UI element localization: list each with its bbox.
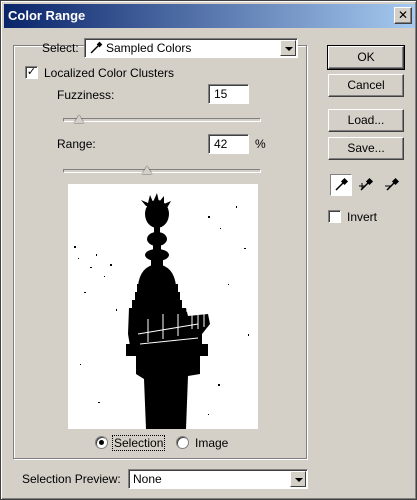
selection-preview-label: Selection Preview:	[22, 472, 121, 486]
selection-preview-dropdown-button[interactable]	[290, 471, 306, 487]
selection-preview-value: None	[133, 472, 162, 486]
select-value: Sampled Colors	[106, 41, 192, 55]
range-input[interactable]: 42	[208, 134, 249, 154]
eyedropper-tool-button[interactable]	[330, 174, 352, 196]
range-slider-thumb[interactable]	[142, 166, 152, 174]
selection-preview-image[interactable]	[68, 184, 258, 429]
close-button[interactable]: ✕	[394, 7, 412, 24]
localized-color-clusters-checkbox[interactable]: ✓	[25, 66, 38, 79]
invert-label: Invert	[347, 210, 378, 224]
invert-checkbox[interactable]	[328, 210, 341, 223]
chevron-down-icon	[295, 478, 303, 482]
check-icon: ✓	[26, 66, 37, 78]
fuzziness-label: Fuzziness:	[57, 88, 115, 102]
ok-button[interactable]: OK	[327, 45, 405, 70]
selection-radio[interactable]	[95, 436, 108, 449]
range-slider-track[interactable]	[63, 169, 261, 173]
eyedropper-plus-icon	[359, 177, 374, 191]
save-button[interactable]: Save...	[328, 137, 404, 160]
selection-radio-label: Selection	[111, 435, 166, 451]
selection-preview-dropdown[interactable]: None	[128, 469, 308, 489]
eyedropper-minus-icon	[385, 177, 400, 191]
fuzziness-input[interactable]: 15	[208, 84, 249, 104]
tower-silhouette	[74, 193, 249, 429]
localized-color-clusters-label: Localized Color Clusters	[44, 66, 175, 80]
dialog-title: Color Range	[8, 8, 86, 23]
range-unit: %	[255, 137, 266, 151]
close-icon: ✕	[397, 8, 409, 22]
radio-selected-dot	[99, 440, 104, 445]
add-to-sample-tool-button[interactable]	[355, 174, 377, 196]
load-button[interactable]: Load...	[328, 109, 404, 132]
fuzziness-slider-track[interactable]	[63, 118, 261, 122]
image-radio[interactable]	[176, 436, 189, 449]
eyedropper-icon	[335, 177, 349, 191]
title-bar[interactable]: Color Range ✕	[4, 4, 415, 28]
subtract-from-sample-tool-button[interactable]	[381, 174, 403, 196]
select-label: Select:	[42, 41, 79, 55]
select-dropdown-button[interactable]	[280, 40, 296, 56]
fuzziness-slider-thumb[interactable]	[74, 115, 84, 123]
eyedropper-icon	[89, 41, 103, 55]
range-label: Range:	[57, 137, 96, 151]
chevron-down-icon	[285, 47, 293, 51]
image-radio-label: Image	[195, 436, 229, 450]
select-dropdown[interactable]: Sampled Colors	[84, 38, 298, 58]
cancel-button[interactable]: Cancel	[328, 74, 404, 97]
color-range-dialog: Color Range ✕ Select: Sampled Colors ✓ L…	[0, 0, 417, 500]
